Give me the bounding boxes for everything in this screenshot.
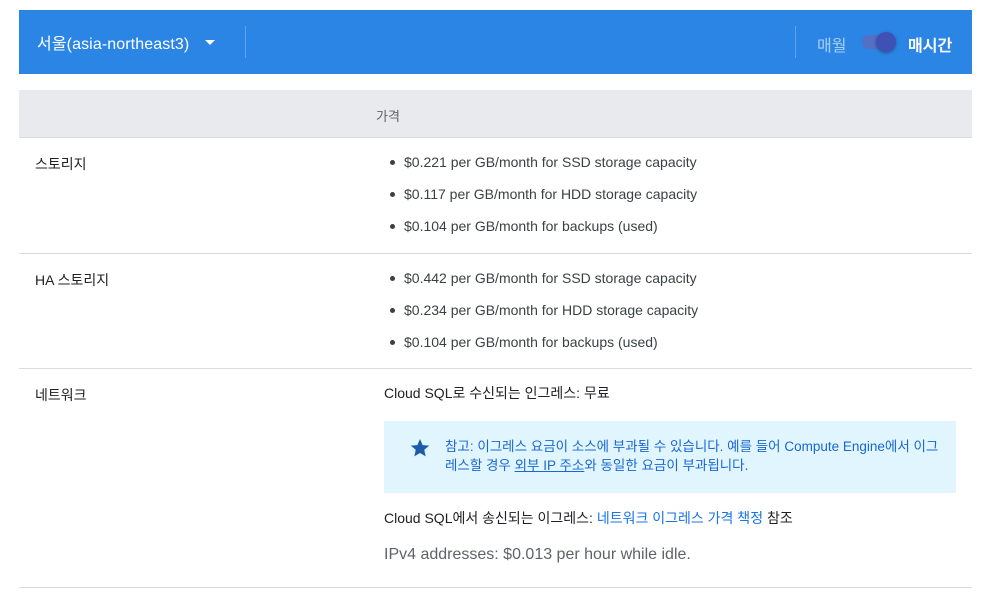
- price-list: $0.221 per GB/month for SSD storage capa…: [384, 153, 972, 249]
- table-header: 가격: [19, 90, 972, 138]
- list-item: $0.234 per GB/month for HDD storage capa…: [384, 301, 972, 333]
- list-item: $0.442 per GB/month for SSD storage capa…: [384, 269, 972, 301]
- note-text-suffix: 와 동일한 요금이 부과됩니다.: [584, 458, 749, 473]
- list-item: $0.117 per GB/month for HDD storage capa…: [384, 185, 972, 217]
- pricing-toolbar: 서울(asia-northeast3) 매월 매시간: [19, 10, 972, 74]
- ingress-text: Cloud SQL로 수신되는 인그레스: 무료: [384, 385, 610, 401]
- billing-period-toggle[interactable]: [862, 32, 896, 52]
- table-row-storage: 스토리지 $0.221 per GB/month for SSD storage…: [19, 138, 972, 254]
- row-content: $0.221 per GB/month for SSD storage capa…: [384, 138, 972, 249]
- egress-prefix: Cloud SQL에서 송신되는 이그레스:: [384, 510, 597, 526]
- list-item: $0.104 per GB/month for backups (used): [384, 217, 972, 249]
- egress-suffix: 참조: [763, 510, 793, 526]
- external-ip-link[interactable]: 외부 IP 주소: [515, 458, 585, 473]
- table-row-network: 네트워크 Cloud SQL로 수신되는 인그레스: 무료 참고: 이그레스 요…: [19, 369, 972, 588]
- note-box: 참고: 이그레스 요금이 소스에 부과될 수 있습니다. 예를 들어 Compu…: [384, 421, 956, 493]
- pricing-table: 가격 스토리지 $0.221 per GB/month for SSD stor…: [19, 90, 972, 588]
- column-header-price: 가격: [376, 109, 400, 124]
- ipv4-price-text: IPv4 addresses: $0.013 per hour while id…: [384, 546, 691, 563]
- region-select-label: 서울(asia-northeast3): [37, 36, 190, 53]
- network-egress-pricing-link[interactable]: 네트워크 이그레스 가격 책정: [597, 510, 763, 526]
- list-item: $0.221 per GB/month for SSD storage capa…: [384, 153, 972, 185]
- row-content: $0.442 per GB/month for SSD storage capa…: [384, 254, 972, 365]
- star-icon: [410, 439, 430, 457]
- toolbar-divider: [245, 26, 246, 58]
- region-select[interactable]: 서울(asia-northeast3): [19, 10, 216, 74]
- row-content: Cloud SQL로 수신되는 인그레스: 무료 참고: 이그레스 요금이 소스…: [384, 369, 972, 565]
- row-label: HA 스토리지: [35, 272, 110, 288]
- period-monthly-label[interactable]: 매월: [817, 32, 846, 56]
- table-row-ha-storage: HA 스토리지 $0.442 per GB/month for SSD stor…: [19, 254, 972, 369]
- period-hourly-label[interactable]: 매시간: [908, 32, 952, 56]
- price-list: $0.442 per GB/month for SSD storage capa…: [384, 269, 972, 365]
- toggle-thumb: [876, 32, 896, 52]
- toolbar-divider: [795, 26, 796, 58]
- row-label: 스토리지: [35, 156, 87, 172]
- egress-text: Cloud SQL에서 송신되는 이그레스: 네트워크 이그레스 가격 책정 참…: [384, 509, 972, 527]
- list-item: $0.104 per GB/month for backups (used): [384, 333, 972, 365]
- caret-down-icon: [205, 39, 216, 45]
- row-label: 네트워크: [35, 387, 87, 403]
